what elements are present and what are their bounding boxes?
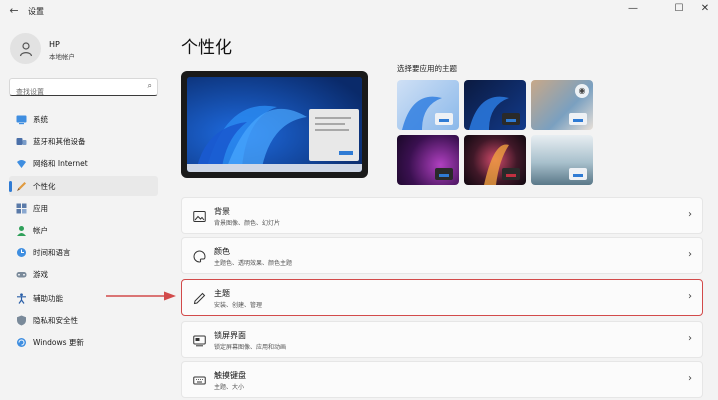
- accessibility-icon: [17, 293, 26, 304]
- card-title: 颜色: [214, 247, 230, 256]
- globe-clock-icon: [17, 248, 26, 257]
- search-icon[interactable]: ⌕: [148, 81, 152, 91]
- card-lock-screen[interactable]: 锁屏界面 锁定屏幕图像、应用和动画 ›: [181, 321, 703, 358]
- search-input[interactable]: [10, 84, 130, 100]
- card-colors[interactable]: 颜色 主题色、透明效果、颜色主题 ›: [181, 237, 703, 274]
- card-subtitle: 背景图像、颜色、幻灯片: [214, 220, 281, 227]
- card-background[interactable]: 背景 背景图像、颜色、幻灯片 ›: [181, 197, 703, 234]
- card-subtitle: 锁定屏幕图像、应用和动画: [214, 344, 287, 351]
- chevron-right-icon: ›: [688, 333, 692, 344]
- active-indicator: [9, 181, 12, 192]
- sidebar-item-label: 应用: [33, 204, 48, 213]
- theme-thumbnail-sunrise[interactable]: [531, 135, 593, 185]
- sidebar-item-gaming[interactable]: 游戏: [9, 264, 158, 284]
- back-arrow-icon[interactable]: ←: [7, 4, 21, 18]
- theme-preview: [181, 71, 368, 178]
- sidebar-item-label: 游戏: [33, 270, 48, 279]
- chevron-right-icon: ›: [688, 249, 692, 260]
- search-box[interactable]: ⌕: [9, 78, 158, 100]
- avatar[interactable]: [10, 33, 41, 64]
- update-icon: [17, 338, 26, 347]
- card-title: 锁屏界面: [214, 331, 246, 340]
- sidebar-item-label: 帐户: [33, 226, 48, 235]
- maximize-button[interactable]: ☐: [669, 2, 689, 16]
- sidebar-item-apps[interactable]: 应用: [9, 198, 158, 218]
- sidebar-item-label: 系统: [33, 115, 48, 124]
- preview-taskbar: [187, 164, 362, 172]
- theme-thumbnail-glow[interactable]: ◉: [531, 80, 593, 130]
- sidebar-item-label: 网络和 Internet: [33, 159, 88, 168]
- minimize-button[interactable]: —: [623, 2, 643, 16]
- sidebar-item-label: 蓝牙和其他设备: [33, 137, 86, 146]
- sidebar-item-time-language[interactable]: 时间和语言: [9, 242, 158, 262]
- lockscreen-icon: [193, 335, 206, 347]
- sidebar-item-personalization[interactable]: 个性化: [9, 176, 158, 196]
- sidebar-item-windows-update[interactable]: Windows 更新: [9, 332, 158, 352]
- sidebar-item-bluetooth[interactable]: 蓝牙和其他设备: [9, 131, 158, 151]
- page-title: 个性化: [181, 38, 232, 58]
- bluetooth-icon: [16, 138, 27, 145]
- card-subtitle: 主题、大小: [214, 384, 245, 391]
- card-subtitle: 安装、创建、管理: [214, 302, 263, 309]
- wallpaper-preview: [187, 77, 362, 172]
- title-bar: ← 设置 — ☐ ✕: [0, 0, 718, 26]
- sidebar-item-label: 辅助功能: [33, 294, 63, 303]
- pen-icon: [193, 292, 206, 305]
- palette-icon: [193, 250, 206, 263]
- card-title: 背景: [214, 207, 230, 216]
- picture-icon: [193, 211, 206, 222]
- theme-thumbnail-flow[interactable]: [464, 135, 526, 185]
- card-themes[interactable]: 主题 安装、创建、管理 ›: [181, 279, 703, 316]
- apps-icon: [16, 203, 27, 214]
- sidebar-item-label: 个性化: [33, 182, 56, 191]
- card-title: 触摸键盘: [214, 371, 246, 380]
- sidebar-item-network[interactable]: 网络和 Internet: [9, 153, 158, 173]
- pointer-arrow: [106, 291, 176, 301]
- gamepad-icon: [16, 272, 27, 278]
- sidebar-item-label: 时间和语言: [33, 248, 71, 257]
- window-title: 设置: [28, 7, 44, 16]
- shield-icon: [17, 315, 26, 326]
- card-title: 主题: [214, 289, 230, 298]
- camera-icon: ◉: [575, 84, 589, 98]
- chevron-right-icon: ›: [688, 291, 692, 302]
- user-account-type: 本地帐户: [49, 53, 75, 61]
- sidebar-item-accounts[interactable]: 帐户: [9, 220, 158, 240]
- sidebar-item-label: 隐私和安全性: [33, 316, 78, 325]
- brush-icon: [17, 182, 26, 191]
- preview-window: [309, 109, 359, 161]
- user-name: HP: [49, 40, 60, 49]
- sidebar-item-system[interactable]: 系统: [9, 109, 158, 129]
- theme-thumbnail-dark[interactable]: [464, 80, 526, 130]
- card-touch-keyboard[interactable]: 触摸键盘 主题、大小 ›: [181, 361, 703, 398]
- theme-thumbnail-captured-motion[interactable]: [397, 135, 459, 185]
- close-button[interactable]: ✕: [695, 2, 715, 16]
- card-subtitle: 主题色、透明效果、颜色主题: [214, 260, 293, 267]
- chevron-right-icon: ›: [688, 209, 692, 220]
- person-icon: [17, 226, 26, 236]
- sidebar-item-label: Windows 更新: [33, 338, 84, 347]
- wifi-icon: [17, 160, 26, 168]
- sidebar-item-privacy[interactable]: 隐私和安全性: [9, 310, 158, 330]
- themes-label: 选择要应用的主题: [397, 64, 457, 73]
- monitor-icon: [16, 115, 27, 125]
- person-icon: [19, 41, 32, 56]
- theme-thumbnail-light[interactable]: [397, 80, 459, 130]
- chevron-right-icon: ›: [688, 373, 692, 384]
- keyboard-icon: [193, 376, 206, 385]
